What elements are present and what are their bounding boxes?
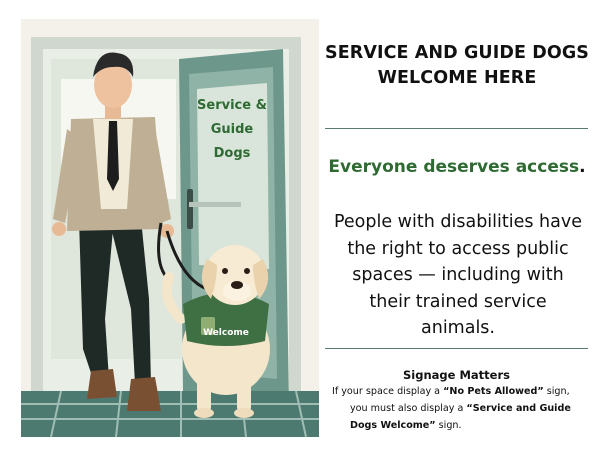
rights-line-2: the right to access public [347, 238, 569, 259]
door-sign-line1: Service & [197, 98, 267, 113]
signage-title: Signage Matters [403, 368, 510, 382]
no-pets-phrase: “No Pets Allowed” [443, 386, 544, 397]
rights-line-1: People with disabilities have [333, 212, 582, 232]
rights-line-4: their trained service [369, 291, 547, 312]
page-title: SERVICE AND GUIDE DOGS WELCOME HERE [322, 41, 592, 91]
divider-top [325, 128, 588, 129]
floor [21, 391, 319, 437]
tagline: Everyone deserves access. [322, 157, 592, 177]
signage-line-1: If your space display a “No Pets Allowed… [326, 383, 590, 400]
doorway-illustration: Service & Guide Dogs Welcome [21, 19, 319, 437]
signage-line-2-text: you must also display a [350, 403, 467, 414]
signage-line-3-end: sign. [435, 420, 462, 431]
welcome-phrase-start: “Service and Guide [466, 403, 571, 414]
rights-line-3: spaces — including with [352, 265, 564, 285]
divider-bottom [325, 348, 588, 349]
signage-line-1-end: sign, [543, 386, 570, 397]
signage-description: If your space display a “No Pets Allowed… [326, 383, 590, 434]
rights-line-5: animals. [421, 318, 495, 338]
tagline-period: . [579, 157, 586, 177]
welcome-phrase-end: Dogs Welcome” [350, 420, 436, 431]
push-bar [189, 202, 241, 207]
signage-line-1-text: If your space display a [332, 386, 444, 397]
illustration-scene: Service & Guide Dogs Welcome [21, 19, 319, 437]
rights-statement: People with disabilities have the right … [324, 209, 592, 342]
door-handle [187, 189, 193, 229]
signage-line-3: Dogs Welcome” sign. [326, 417, 590, 434]
signage-line-2: you must also display a “Service and Gui… [326, 400, 590, 417]
title-line-1: SERVICE AND GUIDE DOGS [324, 43, 590, 63]
vest-label: Welcome [203, 328, 249, 338]
door-sign-line2: Guide [211, 122, 254, 137]
door-sign-line3: Dogs [214, 146, 251, 161]
tagline-text: Everyone deserves access [328, 157, 580, 177]
title-line-2: WELCOME HERE [377, 68, 537, 88]
